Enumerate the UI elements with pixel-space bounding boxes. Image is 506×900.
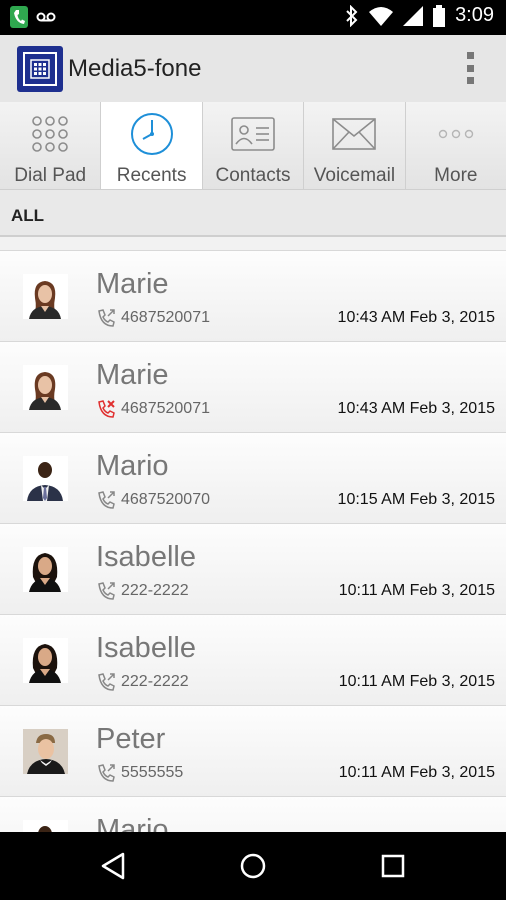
back-button[interactable] — [97, 850, 129, 882]
missed-call-icon — [98, 400, 115, 418]
tab-more[interactable]: More — [405, 102, 506, 189]
tab-recents[interactable]: Recents — [101, 102, 203, 189]
filter-header[interactable]: ALL — [0, 190, 506, 237]
voicemail-notification-icon — [36, 12, 56, 22]
recents-button[interactable] — [377, 850, 409, 882]
status-clock: 3:09 — [455, 4, 494, 26]
home-button[interactable] — [237, 850, 269, 882]
overview-square-icon — [381, 854, 405, 878]
call-row[interactable]: Isabelle 222-2222 10:11 AM Feb 3, 2015 — [0, 524, 506, 615]
call-timestamp: 10:15 AM Feb 3, 2015 — [337, 491, 495, 508]
tab-label: Voicemail — [313, 165, 396, 186]
recent-calls-list[interactable]: Marie 4687520071 10:43 AM Feb 3, 2015 Ma… — [0, 250, 506, 832]
ellipsis-icon — [432, 110, 480, 158]
status-bar: 3:09 — [0, 0, 506, 35]
clock-icon — [128, 110, 176, 158]
system-nav-bar — [0, 832, 506, 900]
contact-name: Mario — [96, 814, 169, 832]
call-timestamp: 10:11 AM Feb 3, 2015 — [338, 764, 495, 781]
phone-number: 4687520071 — [121, 400, 210, 417]
tab-contacts[interactable]: Contacts — [202, 102, 305, 189]
phone-notification-icon — [10, 6, 28, 28]
outgoing-call-icon — [98, 764, 115, 782]
outgoing-call-icon — [98, 309, 115, 327]
phone-number: 4687520071 — [121, 309, 210, 326]
contact-name: Marie — [96, 268, 169, 300]
tab-label: More — [434, 165, 478, 186]
bluetooth-icon — [346, 4, 358, 27]
contact-card-icon — [229, 110, 277, 158]
phone-number: 222-2222 — [121, 582, 189, 599]
phone-number: 222-2222 — [121, 673, 189, 690]
wifi-icon — [369, 6, 394, 26]
call-row[interactable]: Peter 5555555 10:11 AM Feb 3, 2015 — [0, 706, 506, 797]
status-notifications — [10, 6, 56, 28]
contact-name: Peter — [96, 723, 166, 755]
avatar — [23, 638, 68, 683]
call-timestamp: 10:11 AM Feb 3, 2015 — [338, 582, 495, 599]
outgoing-call-icon — [98, 582, 115, 600]
contact-name: Isabelle — [96, 541, 196, 573]
call-row[interactable]: Isabelle 222-2222 10:11 AM Feb 3, 2015 — [0, 615, 506, 706]
outgoing-call-icon — [98, 491, 115, 509]
outgoing-call-icon — [98, 673, 115, 691]
call-timestamp: 10:43 AM Feb 3, 2015 — [337, 400, 495, 417]
avatar — [23, 365, 68, 410]
tab-dial-pad[interactable]: Dial Pad — [0, 102, 102, 189]
cell-signal-icon — [403, 5, 424, 26]
tab-voicemail[interactable]: Voicemail — [304, 102, 406, 189]
call-row[interactable]: Mario — [0, 797, 506, 832]
avatar — [23, 547, 68, 592]
call-row[interactable]: Marie 4687520071 10:43 AM Feb 3, 2015 — [0, 251, 506, 342]
overflow-menu-icon[interactable] — [464, 52, 476, 84]
phone-number: 4687520070 — [121, 491, 210, 508]
dial-pad-icon — [26, 110, 74, 158]
app-bar: Media5-fone — [0, 35, 506, 102]
call-timestamp: 10:11 AM Feb 3, 2015 — [338, 673, 495, 690]
app-logo-icon — [17, 46, 63, 92]
call-row[interactable]: Mario 4687520070 10:15 AM Feb 3, 2015 — [0, 433, 506, 524]
call-row[interactable]: Marie 4687520071 10:43 AM Feb 3, 2015 — [0, 342, 506, 433]
call-timestamp: 10:43 AM Feb 3, 2015 — [337, 309, 495, 326]
contact-name: Marie — [96, 359, 169, 391]
avatar — [23, 456, 68, 501]
back-triangle-icon — [101, 852, 125, 880]
tab-bar: Dial Pad Recents Contacts Voicemail More — [0, 102, 506, 190]
avatar — [23, 274, 68, 319]
tab-label: Dial Pad — [14, 165, 87, 186]
phone-number: 5555555 — [121, 764, 184, 781]
status-indicators: 3:09 — [345, 4, 494, 27]
contact-name: Isabelle — [96, 632, 196, 664]
avatar — [23, 820, 68, 832]
contact-name: Mario — [96, 450, 169, 482]
tab-label: Recents — [116, 165, 187, 186]
home-circle-icon — [240, 853, 266, 879]
envelope-icon — [330, 110, 378, 158]
tab-label: Contacts — [215, 165, 291, 186]
avatar — [23, 729, 68, 774]
filter-label: ALL — [11, 206, 45, 225]
battery-icon — [433, 4, 446, 27]
app-title: Media5-fone — [68, 55, 202, 82]
phone-screen: 3:09 Media5-fone Dial Pad Recents Contac… — [0, 0, 506, 900]
